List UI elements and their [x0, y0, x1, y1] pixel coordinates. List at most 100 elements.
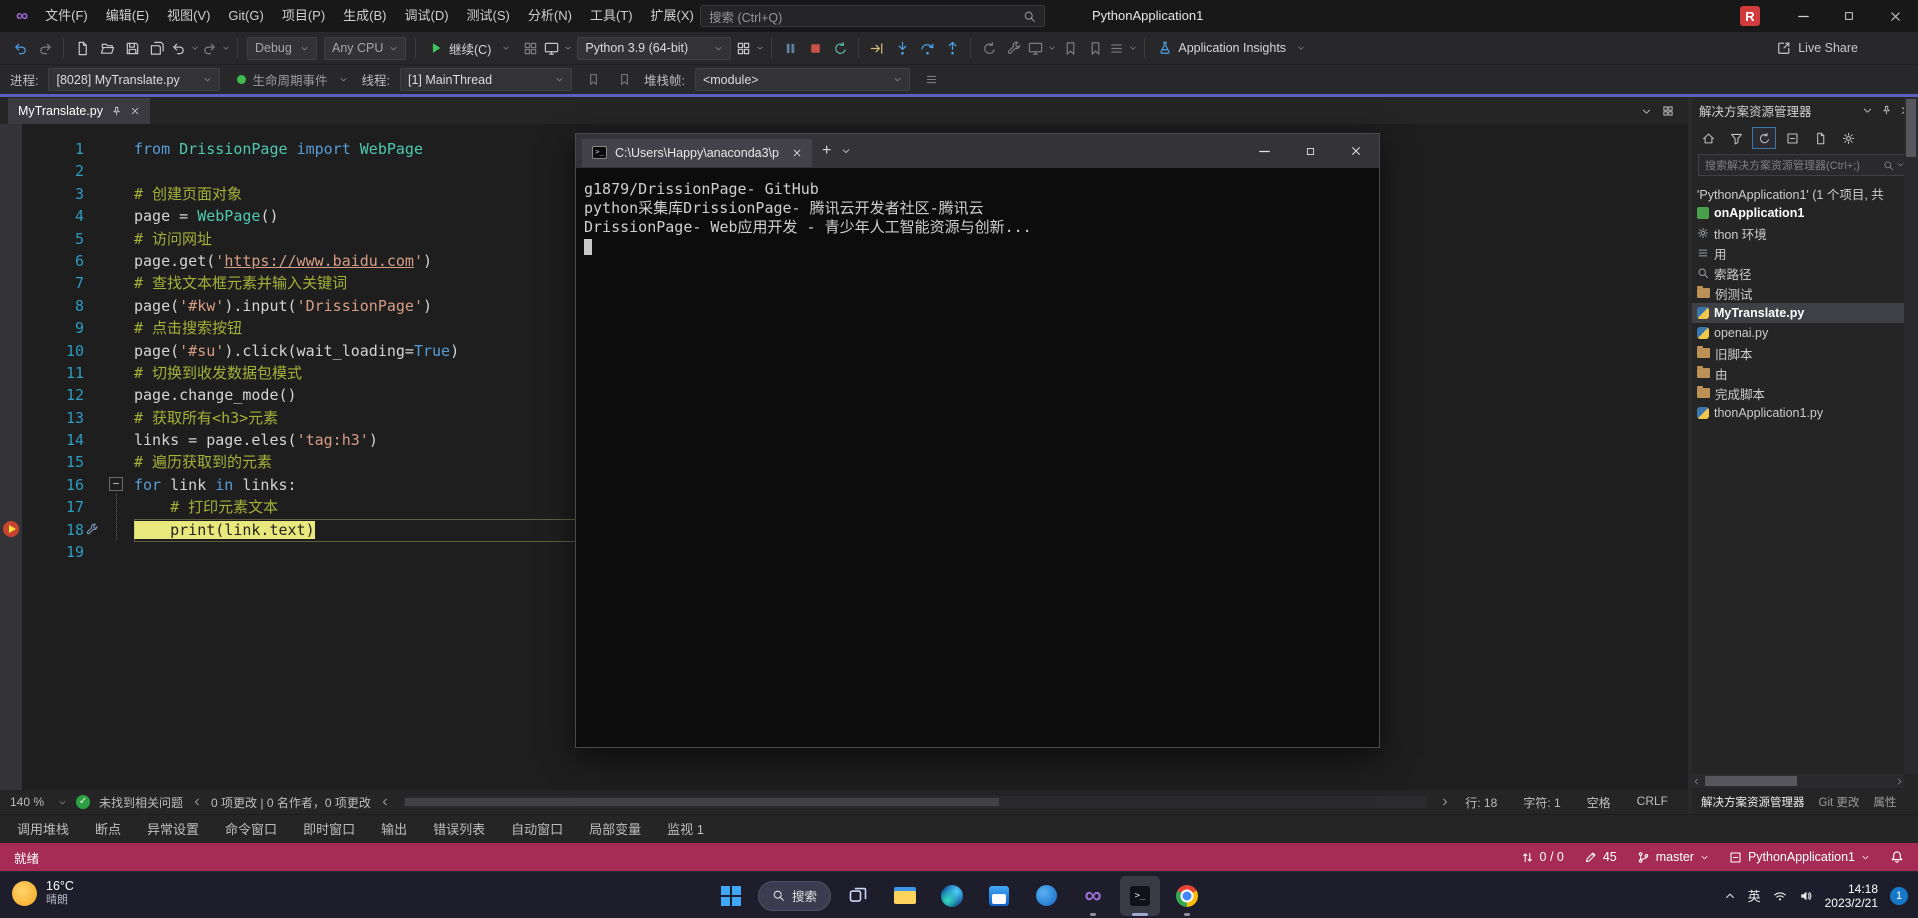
tool-window-tab[interactable]: 局部变量	[576, 815, 654, 844]
nav-forward-button[interactable]	[33, 35, 57, 61]
flag-next-icon[interactable]	[613, 67, 637, 93]
python-environment-dropdown[interactable]: Python 3.9 (64-bit)	[577, 37, 731, 60]
new-file-button[interactable]	[70, 35, 94, 61]
terminal-tab[interactable]: >_ C:\Users\Happy\anaconda3\p	[582, 139, 812, 167]
document-list-icon[interactable]	[1641, 106, 1652, 117]
prev-change-icon[interactable]	[192, 797, 202, 807]
sync-with-active-document-icon[interactable]	[1752, 127, 1776, 149]
nav-change-icon[interactable]	[380, 797, 390, 807]
panel-tab[interactable]: 解决方案资源管理器	[1694, 794, 1812, 810]
properties-icon[interactable]	[1836, 127, 1860, 149]
fold-collapse-icon[interactable]: −	[109, 477, 123, 491]
stack-frame-dropdown[interactable]: <module>	[695, 68, 910, 91]
step-over-button[interactable]	[915, 35, 939, 61]
minimize-button[interactable]	[1780, 0, 1826, 32]
scroll-left-icon[interactable]	[1692, 777, 1701, 786]
bookmark-next-button[interactable]	[1083, 35, 1107, 61]
save-button[interactable]	[120, 35, 144, 61]
git-repository[interactable]: PythonApplication1	[1729, 850, 1870, 864]
show-next-statement-button[interactable]	[865, 35, 889, 61]
git-sync-status[interactable]: 0 / 0	[1521, 850, 1564, 864]
taskbar-edge[interactable]	[932, 876, 972, 916]
weather-widget[interactable]: 16°C 晴朗	[12, 879, 74, 907]
menu-item[interactable]: 分析(N)	[519, 0, 581, 32]
flag-prev-icon[interactable]	[582, 67, 606, 93]
lifecycle-events-button[interactable]: 生命周期事件	[230, 67, 354, 93]
scroll-right-icon[interactable]	[1895, 777, 1904, 786]
quick-search-box[interactable]: 搜索 (Ctrl+Q)	[700, 5, 1045, 27]
taskbar-terminal[interactable]: >_	[1120, 876, 1160, 916]
switch-views-icon[interactable]	[1696, 127, 1720, 149]
collapse-all-icon[interactable]	[1780, 127, 1804, 149]
taskbar-search[interactable]: 搜索	[758, 881, 831, 911]
panel-vertical-scrollbar[interactable]	[1904, 97, 1918, 774]
terminal-dropdown-icon[interactable]	[841, 146, 851, 156]
tool-window-tab[interactable]: 调用堆栈	[4, 815, 82, 844]
terminal-window[interactable]: >_ C:\Users\Happy\anaconda3\p + g1879/Dr…	[575, 133, 1380, 748]
tool-window-tab[interactable]: 自动窗口	[498, 815, 576, 844]
zoom-level[interactable]: 140 %	[10, 795, 44, 809]
taskbar-task-view[interactable]	[838, 876, 878, 916]
bookmark-prev-button[interactable]	[1058, 35, 1082, 61]
tab-mytranslate[interactable]: MyTranslate.py	[8, 98, 150, 124]
app-frame-button[interactable]	[518, 35, 542, 61]
menu-item[interactable]: 测试(S)	[458, 0, 519, 32]
close-tab-icon[interactable]	[130, 106, 140, 116]
ime-indicator[interactable]: 英	[1748, 886, 1761, 905]
terminal-minimize-button[interactable]	[1241, 134, 1287, 168]
horizontal-scrollbar[interactable]	[403, 796, 1427, 808]
tool-window-tab[interactable]: 断点	[82, 815, 134, 844]
stop-button-button[interactable]	[803, 35, 827, 61]
tree-item[interactable]: onApplication1	[1692, 203, 1904, 223]
pin-icon[interactable]	[111, 106, 122, 117]
close-button[interactable]	[1872, 0, 1918, 32]
notifications-bell-icon[interactable]	[1890, 850, 1904, 864]
tree-item[interactable]: MyTranslate.py	[1692, 303, 1904, 323]
tool-window-tab[interactable]: 输出	[368, 815, 420, 844]
menu-item[interactable]: 项目(P)	[273, 0, 334, 32]
indent-mode[interactable]: 空格	[1587, 794, 1611, 811]
r-extension-icon[interactable]: R	[1740, 6, 1760, 26]
task-list-button[interactable]	[1108, 35, 1138, 61]
menu-item[interactable]: 工具(T)	[581, 0, 642, 32]
panel-tab[interactable]: 属性	[1866, 794, 1903, 810]
volume-icon[interactable]	[1799, 889, 1813, 903]
taskbar-file-explorer[interactable]	[885, 876, 925, 916]
terminal-output[interactable]: g1879/DrissionPage- GitHubpython采集库Driss…	[576, 168, 1379, 272]
panel-tab[interactable]: Git 更改	[1812, 794, 1867, 810]
terminal-maximize-button[interactable]	[1287, 134, 1333, 168]
menu-item[interactable]: 扩展(X)	[642, 0, 703, 32]
taskbar-chrome[interactable]	[1167, 876, 1207, 916]
solution-configuration-dropdown[interactable]: Debug	[247, 37, 317, 60]
solution-platform-dropdown[interactable]: Any CPU	[324, 37, 406, 60]
breakpoint-current-statement-icon[interactable]	[3, 521, 19, 537]
notification-count-badge[interactable]: 1	[1890, 887, 1908, 905]
browser-select-button[interactable]	[543, 35, 573, 61]
tool-window-tab[interactable]: 即时窗口	[290, 815, 368, 844]
close-terminal-tab-icon[interactable]	[792, 148, 802, 158]
continue-button[interactable]: 继续(C)	[422, 35, 517, 61]
frames-list-icon[interactable]	[920, 67, 944, 93]
tree-item[interactable]: 完成脚本	[1692, 383, 1904, 403]
taskbar-store[interactable]	[979, 876, 1019, 916]
browser-link-button[interactable]	[1027, 35, 1057, 61]
taskbar-visual-studio[interactable]: ∞	[1073, 876, 1113, 916]
menu-item[interactable]: 生成(B)	[334, 0, 395, 32]
git-branch[interactable]: master	[1637, 850, 1709, 864]
restart-button-button[interactable]	[828, 35, 852, 61]
hot-reload-button[interactable]	[977, 35, 1001, 61]
tree-item[interactable]: 由	[1692, 363, 1904, 383]
open-file-button[interactable]	[95, 35, 119, 61]
solution-search-box[interactable]: 搜索解决方案资源管理器(Ctrl+;)	[1698, 154, 1912, 176]
codelens-changes[interactable]: 0 项更改 | 0 名作者，0 项更改	[211, 794, 371, 811]
panel-menu-icon[interactable]	[1862, 105, 1873, 116]
application-insights[interactable]: Application Insights	[1151, 35, 1312, 61]
diagnostic-tools-button[interactable]	[1002, 35, 1026, 61]
tree-item[interactable]: thon 环境	[1692, 223, 1904, 243]
taskbar-app-blue[interactable]	[1026, 876, 1066, 916]
tool-window-tab[interactable]: 异常设置	[134, 815, 212, 844]
step-out-button[interactable]	[940, 35, 964, 61]
pending-edits[interactable]: 45	[1584, 850, 1617, 864]
thread-dropdown[interactable]: [1] MainThread	[400, 68, 572, 91]
tool-window-tab[interactable]: 命令窗口	[212, 815, 290, 844]
